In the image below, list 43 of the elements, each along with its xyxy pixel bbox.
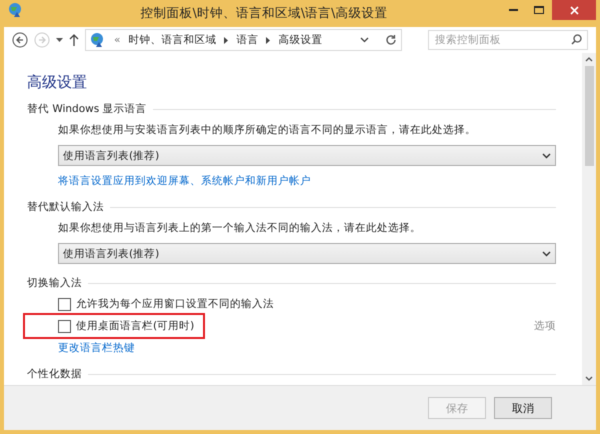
chevron-right-icon bbox=[266, 36, 270, 44]
section-title: 个性化数据 bbox=[27, 367, 82, 381]
dialog-button[interactable]: 取消 bbox=[494, 397, 552, 419]
chevron-down-icon bbox=[542, 152, 551, 158]
section-title: 替代默认输入法 bbox=[27, 200, 104, 214]
up-arrow-icon[interactable] bbox=[69, 34, 79, 46]
dropdown[interactable]: 使用语言列表(推荐) bbox=[58, 243, 556, 264]
checkbox-label[interactable]: 允许我为每个应用窗口设置不同的输入法 bbox=[76, 297, 274, 311]
globe-icon bbox=[8, 2, 24, 18]
minimize-icon[interactable] bbox=[508, 8, 518, 12]
scroll-down-icon[interactable] bbox=[585, 376, 593, 381]
checkbox[interactable] bbox=[58, 320, 71, 332]
address-bar[interactable]: « 时钟、语言和区域 语言 高级设置 bbox=[85, 29, 402, 51]
breadcrumb-item[interactable]: 时钟、语言和区域 bbox=[128, 33, 216, 47]
page-heading: 高级设置 bbox=[27, 73, 88, 92]
dropdown[interactable]: 使用语言列表(推荐) bbox=[58, 145, 556, 166]
close-icon bbox=[570, 6, 578, 14]
search-icon bbox=[571, 34, 582, 45]
options-link[interactable]: 选项 bbox=[534, 319, 556, 333]
link[interactable]: 更改语言栏热键 bbox=[58, 341, 135, 355]
checkbox[interactable] bbox=[58, 298, 71, 310]
chevron-right-icon bbox=[224, 36, 228, 44]
globe-icon bbox=[90, 32, 106, 48]
back-icon[interactable] bbox=[12, 32, 28, 48]
chevron-down-icon[interactable] bbox=[360, 37, 369, 43]
description-text: 如果你想使用与安装语言列表中的顺序所确定的语言不同的显示语言，请在此处选择。 bbox=[58, 123, 477, 137]
section-title: 替代 Windows 显示语言 bbox=[27, 102, 147, 116]
close-button[interactable] bbox=[552, 0, 596, 20]
breadcrumb-item[interactable]: 语言 bbox=[236, 33, 258, 47]
checkbox-label[interactable]: 使用桌面语言栏(可用时) bbox=[76, 319, 194, 333]
description-text: 如果你想使用与语言列表上的第一个输入法不同的输入法，请在此处选择。 bbox=[58, 221, 422, 235]
scroll-up-icon[interactable] bbox=[585, 57, 593, 62]
search-field[interactable]: 搜索控制面板 bbox=[428, 30, 588, 50]
maximize-icon[interactable] bbox=[534, 6, 544, 14]
dropdown-arrow-icon[interactable] bbox=[56, 38, 63, 42]
section-title: 切换输入法 bbox=[27, 276, 82, 290]
breadcrumb-item[interactable]: « bbox=[114, 34, 120, 46]
refresh-icon[interactable] bbox=[385, 34, 397, 46]
window-title: 控制面板\时钟、语言和区域\语言\高级设置 bbox=[140, 5, 388, 22]
scroll-thumb[interactable] bbox=[584, 66, 594, 166]
chevron-down-icon bbox=[542, 250, 551, 256]
link[interactable]: 将语言设置应用到欢迎屏幕、系统帐户和新用户帐户 bbox=[58, 174, 311, 188]
breadcrumb-item[interactable]: 高级设置 bbox=[278, 33, 322, 47]
